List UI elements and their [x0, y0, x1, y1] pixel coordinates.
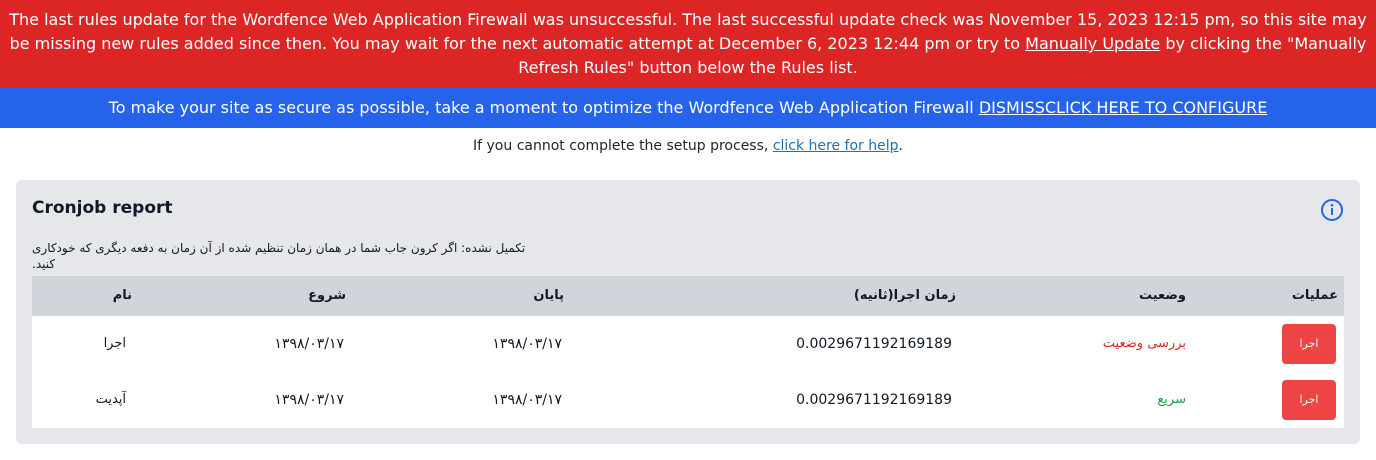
header-start: شروع	[308, 288, 346, 303]
row-runtime: 0.0029671192169189	[796, 336, 952, 352]
firewall-update-error-notice: The last rules update for the Wordfence …	[0, 0, 1376, 88]
configure-link[interactable]: CLICK HERE TO CONFIGURE	[1045, 98, 1267, 117]
setup-help-link[interactable]: click here for help	[773, 138, 899, 154]
row-start: ۱۳۹۸/۰۳/۱۷	[274, 336, 344, 352]
row-start: ۱۳۹۸/۰۳/۱۷	[274, 392, 344, 408]
row-name: آپدیت	[95, 392, 126, 407]
row-end: ۱۳۹۸/۰۳/۱۷	[492, 392, 562, 408]
row-status: بررسی وضعیت	[1102, 336, 1186, 351]
cronjob-report-card: Cronjob report تکمیل نشده: اگر کرون جاب …	[16, 180, 1360, 444]
dismiss-link[interactable]: DISMISS	[979, 98, 1045, 117]
optimize-notice-text: To make your site as secure as possible,…	[108, 98, 979, 117]
setup-help-text: If you cannot complete the setup process…	[473, 138, 773, 154]
row-status: سریع	[1157, 392, 1186, 407]
header-runtime: زمان اجرا(ثانیه)	[853, 288, 956, 303]
run-button[interactable]: اجرا	[1282, 380, 1336, 420]
setup-help-line: If you cannot complete the setup process…	[0, 136, 1376, 156]
cronjob-table: نام شروع پایان زمان اجرا(ثانیه) وضعیت عم…	[32, 276, 1344, 428]
header-name: نام	[112, 288, 132, 303]
card-title: Cronjob report	[32, 198, 173, 218]
card-description: تکمیل نشده: اگر کرون جاب شما در همان زما…	[32, 241, 526, 271]
row-name: اجرا	[103, 336, 126, 351]
run-button[interactable]: اجرا	[1282, 324, 1336, 364]
header-status: وضعیت	[1138, 288, 1186, 303]
table-header: نام شروع پایان زمان اجرا(ثانیه) وضعیت عم…	[32, 276, 1344, 316]
header-end: پایان	[533, 288, 564, 303]
firewall-optimize-notice: To make your site as secure as possible,…	[0, 88, 1376, 128]
info-icon[interactable]	[1320, 198, 1344, 222]
setup-help-suffix: .	[898, 138, 903, 154]
header-actions: عملیات	[1291, 288, 1338, 303]
table-row: اجرا ۱۳۹۸/۰۳/۱۷ ۱۳۹۸/۰۳/۱۷ 0.00296711921…	[32, 316, 1344, 372]
row-end: ۱۳۹۸/۰۳/۱۷	[492, 336, 562, 352]
table-row: آپدیت ۱۳۹۸/۰۳/۱۷ ۱۳۹۸/۰۳/۱۷ 0.0029671192…	[32, 372, 1344, 428]
manually-update-link[interactable]: Manually Update	[1025, 34, 1160, 53]
row-runtime: 0.0029671192169189	[796, 392, 952, 408]
